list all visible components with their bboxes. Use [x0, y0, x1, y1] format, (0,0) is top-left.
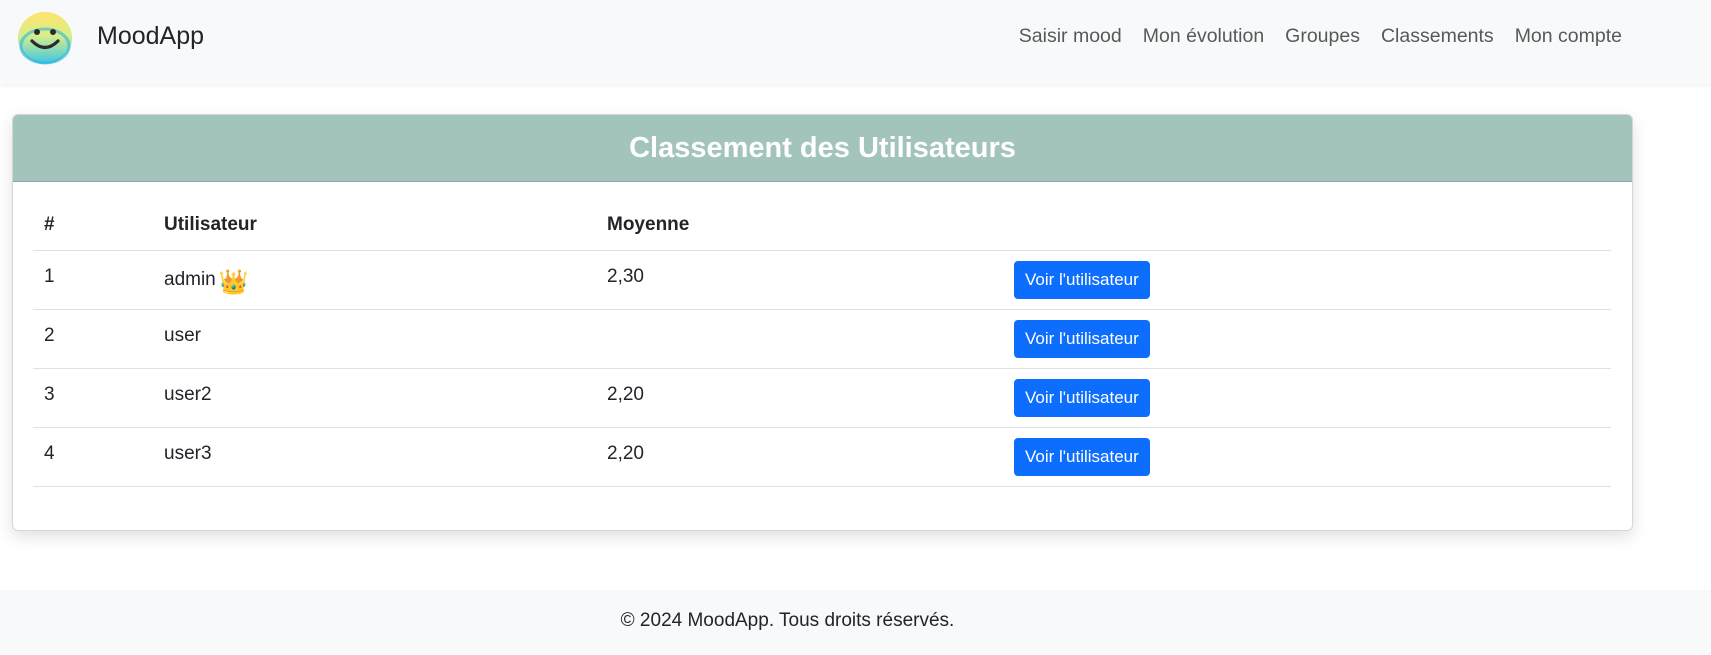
action-cell: Voir l'utilisateur: [1003, 309, 1611, 369]
nav-link-classements[interactable]: Classements: [1381, 25, 1494, 48]
column-header-user: Utilisateur: [153, 200, 596, 251]
column-header-action: [1003, 200, 1611, 251]
user-cell: user3: [153, 427, 596, 487]
rank-cell: 2: [33, 309, 153, 369]
table-row: 3 user2 2,20 Voir l'utilisateur: [33, 368, 1611, 428]
nav-link-saisir-mood[interactable]: Saisir mood: [1019, 25, 1122, 48]
footer: © 2024 MoodApp. Tous droits réservés.: [0, 590, 1711, 655]
ranking-table: # Utilisateur Moyenne 1 admin 👑 2,30 Voir…: [33, 200, 1611, 487]
rank-cell: 3: [33, 368, 153, 428]
nav-link-mon-evolution[interactable]: Mon évolution: [1143, 25, 1264, 48]
average-cell: 2,30: [596, 250, 1003, 310]
page-title: Classement des Utilisateurs: [629, 131, 1016, 164]
action-cell: Voir l'utilisateur: [1003, 427, 1611, 487]
table-header-row: # Utilisateur Moyenne: [33, 200, 1611, 251]
average-cell: 2,20: [596, 368, 1003, 428]
user-cell: user: [153, 309, 596, 369]
navbar: MoodApp Saisir mood Mon évolution Groupe…: [0, 0, 1711, 84]
rank-cell: 4: [33, 427, 153, 487]
average-cell: [596, 309, 1003, 369]
action-cell: Voir l'utilisateur: [1003, 368, 1611, 428]
column-header-average: Moyenne: [596, 200, 1003, 251]
nav-link-mon-compte[interactable]: Mon compte: [1515, 25, 1622, 48]
rank-cell: 1: [33, 250, 153, 310]
table-row: 4 user3 2,20 Voir l'utilisateur: [33, 427, 1611, 487]
action-cell: Voir l'utilisateur: [1003, 250, 1611, 310]
column-header-rank: #: [33, 200, 153, 251]
view-user-button[interactable]: Voir l'utilisateur: [1014, 379, 1150, 417]
smiley-face-icon[interactable]: [16, 10, 74, 66]
nav-link-groupes[interactable]: Groupes: [1285, 25, 1360, 48]
nav-links: Saisir mood Mon évolution Groupes Classe…: [1019, 25, 1622, 48]
view-user-button[interactable]: Voir l'utilisateur: [1014, 261, 1150, 299]
view-user-button[interactable]: Voir l'utilisateur: [1014, 320, 1150, 358]
average-cell: 2,20: [596, 427, 1003, 487]
brand-name[interactable]: MoodApp: [97, 22, 204, 51]
user-cell: admin 👑: [153, 250, 596, 310]
view-user-button[interactable]: Voir l'utilisateur: [1014, 438, 1150, 476]
table-row: 1 admin 👑 2,30 Voir l'utilisateur: [33, 250, 1611, 310]
user-cell: user2: [153, 368, 596, 428]
ranking-card: Classement des Utilisateurs # Utilisateu…: [12, 114, 1633, 531]
card-header: Classement des Utilisateurs: [13, 115, 1632, 182]
table-row: 2 user Voir l'utilisateur: [33, 309, 1611, 369]
crown-icon: 👑: [218, 268, 249, 296]
copyright-text: © 2024 MoodApp. Tous droits réservés.: [620, 609, 955, 631]
